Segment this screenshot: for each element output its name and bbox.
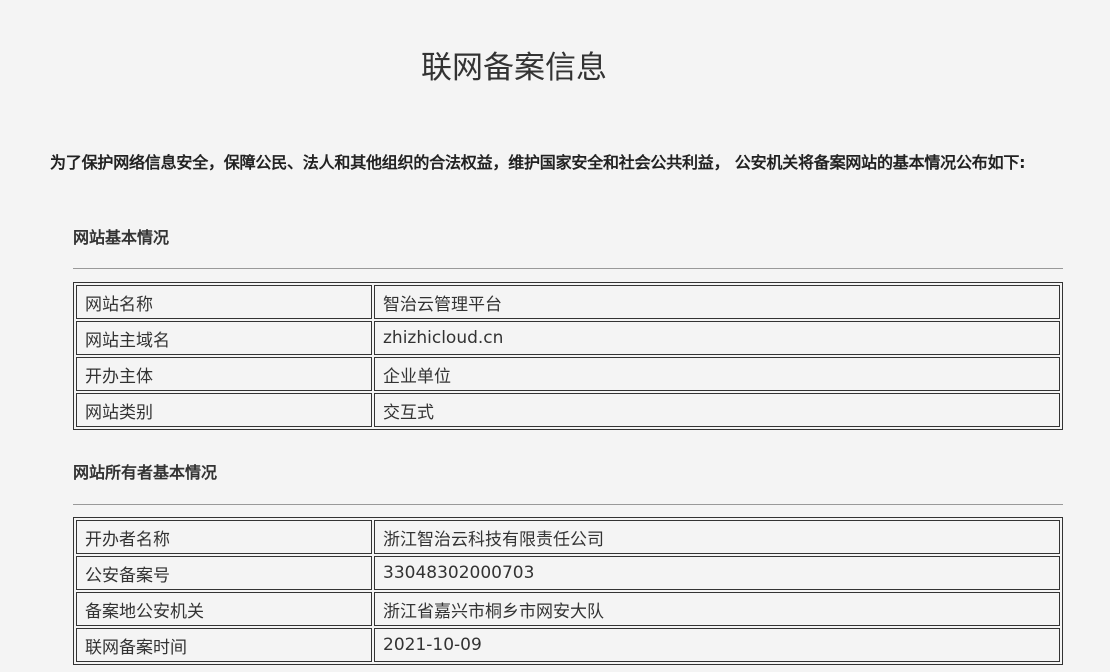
page: 联网备案信息 为了保护网络信息安全，保障公民、法人和其他组织的合法权益，维护国家… bbox=[0, 0, 1110, 672]
table-row: 开办者名称 浙江智治云科技有限责任公司 bbox=[76, 520, 1060, 554]
owner-section-heading: 网站所有者基本情况 bbox=[73, 463, 218, 482]
row-value: 浙江省嘉兴市桐乡市网安大队 bbox=[374, 592, 1060, 626]
row-value: 2021-10-09 bbox=[374, 628, 1060, 662]
table-row: 开办主体 企业单位 bbox=[76, 357, 1060, 391]
row-label: 网站类别 bbox=[76, 393, 372, 427]
divider bbox=[73, 504, 1063, 505]
table-row: 网站类别 交互式 bbox=[76, 393, 1060, 427]
row-value: 浙江智治云科技有限责任公司 bbox=[374, 520, 1060, 554]
table-row: 联网备案时间 2021-10-09 bbox=[76, 628, 1060, 662]
table-row: 备案地公安机关 浙江省嘉兴市桐乡市网安大队 bbox=[76, 592, 1060, 626]
row-label: 公安备案号 bbox=[76, 556, 372, 590]
row-label: 网站主域名 bbox=[76, 321, 372, 355]
row-label: 联网备案时间 bbox=[76, 628, 372, 662]
page-title: 联网备案信息 bbox=[421, 50, 607, 86]
divider bbox=[73, 268, 1063, 269]
website-info-table: 网站名称 智治云管理平台 网站主域名 zhizhicloud.cn 开办主体 企… bbox=[73, 282, 1063, 430]
row-label: 开办主体 bbox=[76, 357, 372, 391]
intro-text: 为了保护网络信息安全，保障公民、法人和其他组织的合法权益，维护国家安全和社会公共… bbox=[50, 153, 1026, 172]
row-value: zhizhicloud.cn bbox=[374, 321, 1060, 355]
table-row: 网站主域名 zhizhicloud.cn bbox=[76, 321, 1060, 355]
row-label: 网站名称 bbox=[76, 285, 372, 319]
row-value: 企业单位 bbox=[374, 357, 1060, 391]
owner-info-table: 开办者名称 浙江智治云科技有限责任公司 公安备案号 33048302000703… bbox=[73, 517, 1063, 665]
table-row: 网站名称 智治云管理平台 bbox=[76, 285, 1060, 319]
row-value: 交互式 bbox=[374, 393, 1060, 427]
row-value: 智治云管理平台 bbox=[374, 285, 1060, 319]
row-value: 33048302000703 bbox=[374, 556, 1060, 590]
website-section-heading: 网站基本情况 bbox=[73, 228, 170, 247]
table-row: 公安备案号 33048302000703 bbox=[76, 556, 1060, 590]
row-label: 备案地公安机关 bbox=[76, 592, 372, 626]
row-label: 开办者名称 bbox=[76, 520, 372, 554]
